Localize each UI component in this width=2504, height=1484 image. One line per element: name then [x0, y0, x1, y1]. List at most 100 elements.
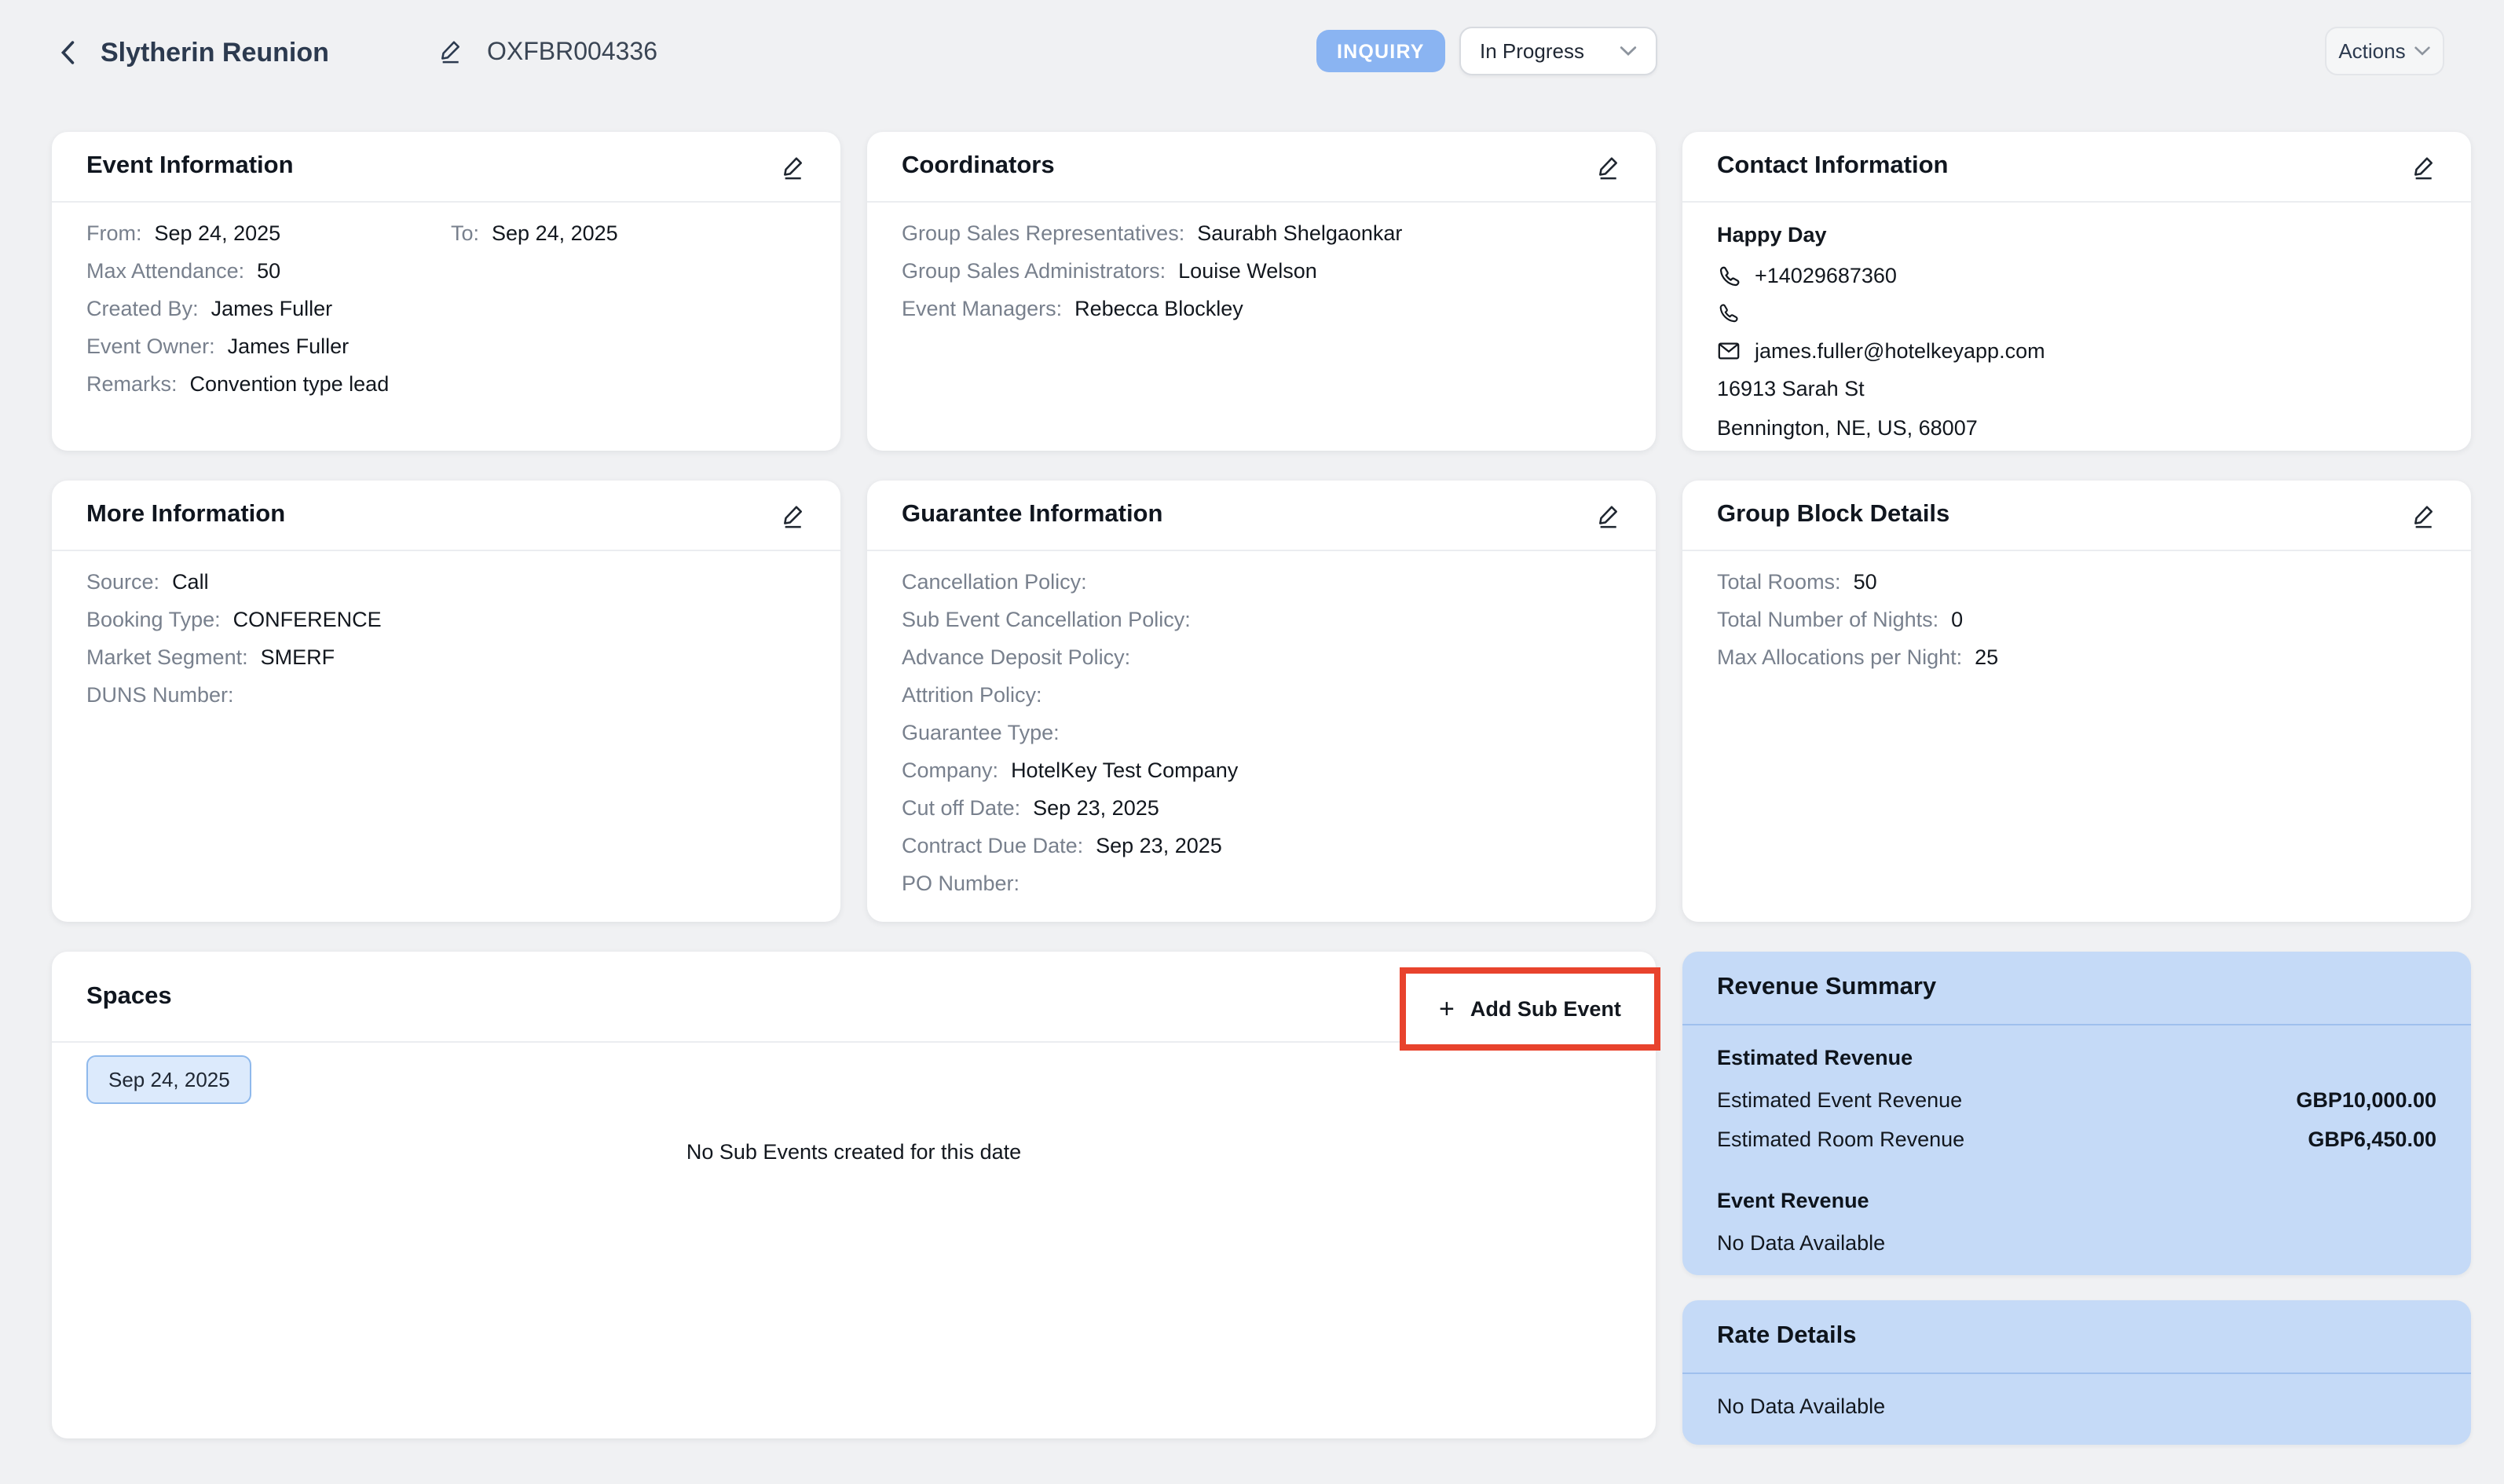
field-label: Guarantee Type:: [902, 722, 1060, 744]
card-header: Guarantee Information: [867, 481, 1656, 551]
revenue-label: Estimated Room Revenue: [1717, 1128, 1964, 1151]
field-label: Source:: [86, 572, 159, 594]
panel-title: Revenue Summary: [1717, 974, 1936, 1002]
field-value: Convention type lead: [190, 374, 390, 396]
add-sub-event-annotation: + Add Sub Event: [1400, 967, 1660, 1051]
guarantee-information-card: Guarantee Information Cancellation Polic…: [867, 481, 1656, 922]
field-row: Max Attendance: 50: [86, 261, 806, 283]
card-title: Spaces: [86, 982, 172, 1011]
back-icon[interactable]: [60, 41, 85, 66]
field-row: Booking Type: CONFERENCE: [86, 609, 806, 631]
field-label: Cancellation Policy:: [902, 572, 1087, 594]
field-value: Sep 24, 2025: [492, 223, 618, 245]
edit-icon[interactable]: [1594, 502, 1621, 528]
field-row: Total Number of Nights: 0: [1717, 609, 2436, 631]
revenue-label: Estimated Event Revenue: [1717, 1088, 1962, 1112]
date-tab[interactable]: Sep 24, 2025: [86, 1055, 252, 1104]
edit-icon[interactable]: [779, 502, 806, 528]
field-value: Rebecca Blockley: [1074, 298, 1243, 320]
field-label: Created By:: [86, 298, 199, 320]
field-value: SMERF: [261, 647, 335, 669]
field-row: Created By: James Fuller: [86, 298, 806, 320]
event-code: OXFBR004336: [487, 39, 657, 68]
more-information-card: More Information Source: Call Booking Ty…: [52, 481, 840, 922]
card-title: Contact Information: [1717, 152, 1949, 181]
field-value: 25: [1975, 647, 1998, 669]
field-value: Sep 24, 2025: [155, 223, 281, 245]
card-header: Event Information: [52, 132, 840, 203]
field-value: Louise Welson: [1178, 261, 1317, 283]
coordinators-card: Coordinators Group Sales Representatives…: [867, 132, 1656, 451]
page-title: Slytherin Reunion: [101, 38, 329, 69]
rate-details-panel: Rate Details No Data Available: [1682, 1300, 2471, 1445]
field-value: Sep 23, 2025: [1033, 798, 1159, 820]
no-data-message: No Data Available: [1717, 1231, 2436, 1255]
field-value: James Fuller: [228, 336, 350, 358]
field-row: Sub Event Cancellation Policy:: [902, 609, 1621, 631]
field-label: PO Number:: [902, 873, 1020, 895]
actions-button-label: Actions: [2338, 39, 2405, 63]
card-title: Guarantee Information: [902, 501, 1162, 529]
status-dropdown-value: In Progress: [1480, 39, 1584, 63]
status-badge: INQUIRY: [1316, 30, 1445, 72]
field-row: Source: Call: [86, 572, 806, 594]
field-label: Event Managers:: [902, 298, 1062, 320]
email-row: james.fuller@hotelkeyapp.com: [1717, 339, 2436, 363]
empty-state-message: No Sub Events created for this date: [52, 1140, 1656, 1164]
field-row: DUNS Number:: [86, 685, 806, 707]
field-label: Attrition Policy:: [902, 685, 1042, 707]
field-label: Max Allocations per Night:: [1717, 647, 1962, 669]
field-label: Group Sales Administrators:: [902, 261, 1166, 283]
card-header: More Information: [52, 481, 840, 551]
field-value: 50: [257, 261, 280, 283]
field-value: HotelKey Test Company: [1011, 760, 1238, 782]
field-label: DUNS Number:: [86, 685, 234, 707]
field-row: Market Segment: SMERF: [86, 647, 806, 669]
field-label: From:: [86, 223, 142, 245]
edit-icon[interactable]: [1594, 153, 1621, 180]
edit-icon[interactable]: [2410, 153, 2436, 180]
field-row: Advance Deposit Policy:: [902, 647, 1621, 669]
card-title: More Information: [86, 501, 285, 529]
contact-address-line1: 16913 Sarah St: [1717, 377, 2436, 400]
field-value: CONFERENCE: [233, 609, 382, 631]
field-row: From: Sep 24, 2025 To: Sep 24, 2025: [86, 223, 806, 245]
field-row: Attrition Policy:: [902, 685, 1621, 707]
edit-title-icon[interactable]: [437, 38, 463, 64]
contact-address-line2: Bennington, NE, US, 68007: [1717, 416, 2436, 440]
panel-title: Rate Details: [1717, 1322, 1856, 1351]
revenue-row: Estimated Event Revenue GBP10,000.00: [1717, 1088, 2436, 1112]
field-row: Cancellation Policy:: [902, 572, 1621, 594]
edit-icon[interactable]: [779, 153, 806, 180]
field-value: James Fuller: [211, 298, 333, 320]
field-label: Total Number of Nights:: [1717, 609, 1938, 631]
contact-phone[interactable]: +14029687360: [1755, 264, 1897, 287]
edit-icon[interactable]: [2410, 502, 2436, 528]
field-value: Sep 23, 2025: [1096, 835, 1222, 857]
field-row: Guarantee Type:: [902, 722, 1621, 744]
contact-information-card: Contact Information Happy Day +140296873…: [1682, 132, 2471, 451]
card-header: Coordinators: [867, 132, 1656, 203]
field-row: Contract Due Date: Sep 23, 2025: [902, 835, 1621, 857]
field-label: Group Sales Representatives:: [902, 223, 1184, 245]
field-label: Market Segment:: [86, 647, 248, 669]
actions-button[interactable]: Actions: [2325, 27, 2444, 75]
field-row: Cut off Date: Sep 23, 2025: [902, 798, 1621, 820]
field-label: Contract Due Date:: [902, 835, 1083, 857]
status-dropdown[interactable]: In Progress: [1459, 27, 1657, 75]
field-row: Max Allocations per Night: 25: [1717, 647, 2436, 669]
field-label: To:: [451, 223, 479, 245]
top-header: Slytherin Reunion OXFBR004336 INQUIRY In…: [0, 0, 2504, 104]
event-information-card: Event Information From: Sep 24, 2025 To:…: [52, 132, 840, 451]
add-sub-event-button[interactable]: + Add Sub Event: [1430, 994, 1631, 1024]
field-row: Group Sales Administrators: Louise Welso…: [902, 261, 1621, 283]
phone-icon: [1717, 264, 1741, 287]
field-row: Total Rooms: 50: [1717, 572, 2436, 594]
field-value: Saurabh Shelgaonkar: [1197, 223, 1402, 245]
contact-email[interactable]: james.fuller@hotelkeyapp.com: [1755, 339, 2045, 363]
field-label: Cut off Date:: [902, 798, 1020, 820]
chevron-down-icon: [2415, 46, 2431, 57]
card-header: Group Block Details: [1682, 481, 2471, 551]
panel-header: Revenue Summary: [1682, 952, 2471, 1025]
field-label: Advance Deposit Policy:: [902, 647, 1130, 669]
